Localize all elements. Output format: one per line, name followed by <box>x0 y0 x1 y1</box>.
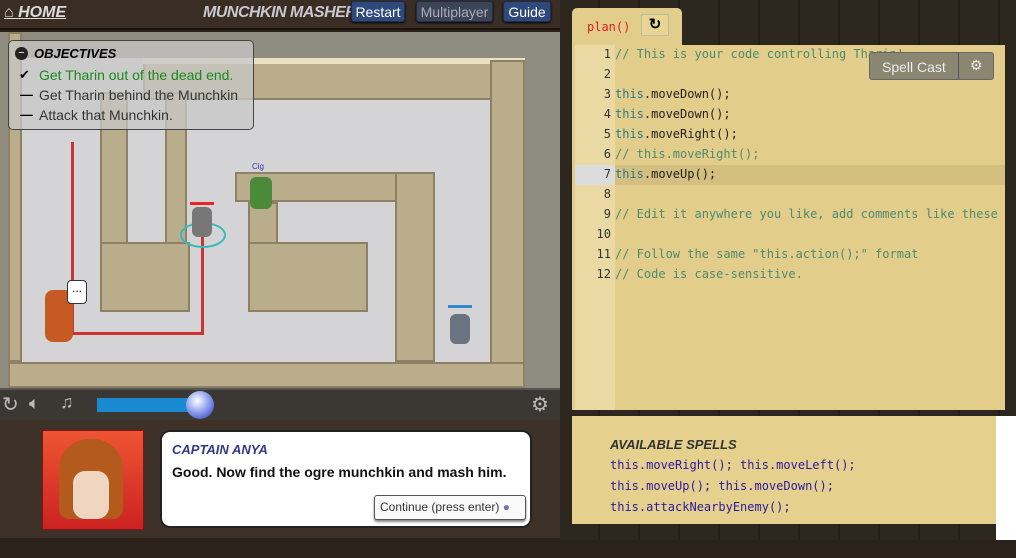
line-number: 5 <box>603 127 611 141</box>
code-line[interactable]: this.moveRight(); <box>615 127 738 141</box>
dot-icon: ● <box>502 500 510 514</box>
objective-item: Attack that Munchkin. <box>39 107 173 123</box>
level-title: MUNCHKIN MASHER <box>203 4 357 21</box>
code-line[interactable]: // Follow the same "this.action();" form… <box>615 247 918 261</box>
cast-settings-gear-icon[interactable]: ⚙ <box>970 57 983 74</box>
line-number: 2 <box>603 67 611 81</box>
code-line[interactable]: this.moveDown(); <box>615 87 731 101</box>
objective-item: Get Tharin behind the Munchkin <box>39 87 238 103</box>
collapse-icon[interactable]: − <box>15 47 28 60</box>
code-line[interactable]: // Code is case-sensitive. <box>615 267 803 281</box>
spell-entry[interactable]: this.attackNearbyEnemy(); <box>610 500 791 514</box>
code-line[interactable]: // this.moveRight(); <box>615 147 760 161</box>
speaker-portrait <box>42 430 144 530</box>
timeline-scrubber[interactable] <box>97 398 197 412</box>
multiplayer-button[interactable]: Multiplayer <box>416 1 493 22</box>
spell-cast-group: Spell Cast ⚙ <box>869 52 994 80</box>
line-number: 4 <box>603 107 611 121</box>
line-number: 6 <box>603 147 611 161</box>
playback-controls: ↻ 🔈︎ ♫ ⚙ <box>0 388 560 420</box>
replay-icon[interactable]: ↻ <box>2 392 19 417</box>
continue-button[interactable]: Continue (press enter) ● <box>374 495 526 520</box>
objectives-panel: − OBJECTIVES ✔ Get Tharin out of the dea… <box>8 40 254 130</box>
line-number: 7 <box>603 167 611 181</box>
reload-icon[interactable]: ↻ <box>641 14 669 36</box>
dash-icon: — <box>20 107 33 122</box>
music-icon[interactable]: ♫ <box>60 392 74 413</box>
settings-gear-icon[interactable]: ⚙ <box>531 392 549 417</box>
check-icon: ✔ <box>19 67 30 82</box>
spells-title: AVAILABLE SPELLS <box>610 437 737 452</box>
code-line[interactable]: this.moveDown(); <box>615 107 731 121</box>
volume-icon[interactable]: 🔈︎ <box>29 393 40 414</box>
hero-tharin[interactable] <box>192 207 212 237</box>
guide-button[interactable]: Guide <box>503 1 551 22</box>
spell-entry[interactable]: this.moveUp(); this.moveDown(); <box>610 479 834 493</box>
code-line[interactable]: // This is your code controlling Tharin! <box>615 47 904 61</box>
unit-label: Cig <box>252 162 265 171</box>
line-number: 8 <box>603 187 611 201</box>
line-number: 12 <box>596 267 611 281</box>
continue-label: Continue (press enter) <box>380 500 500 514</box>
line-number: 11 <box>596 247 611 261</box>
line-number: 10 <box>596 227 611 241</box>
objective-item: Get Tharin out of the dead end. <box>39 67 234 83</box>
home-icon: ⌂ <box>4 4 19 21</box>
objectives-title: OBJECTIVES <box>34 46 117 61</box>
speaker-name: CAPTAIN ANYA <box>172 442 268 457</box>
line-number: 3 <box>603 87 611 101</box>
code-line[interactable]: // Edit it anywhere you like, add commen… <box>615 207 998 221</box>
line-number: 9 <box>603 207 611 221</box>
spell-cast-button[interactable]: Spell Cast <box>882 59 946 75</box>
home-label: HOME <box>18 4 67 21</box>
spell-entry[interactable]: this.moveRight(); this.moveLeft(); <box>610 458 856 472</box>
tab-label: plan() <box>587 20 631 34</box>
speech-bubble: CAPTAIN ANYA Good. Now find the ogre mun… <box>160 430 532 528</box>
line-number: 1 <box>603 47 611 61</box>
dialog-message: Good. Now find the ogre munchkin and mas… <box>172 464 507 480</box>
scrubber-handle[interactable] <box>186 391 214 419</box>
spell-tab[interactable]: plan() ↻ <box>572 8 682 48</box>
spells-scrollbar[interactable] <box>996 416 1016 540</box>
code-line[interactable]: this.moveUp(); <box>615 167 716 181</box>
restart-button[interactable]: Restart <box>351 1 405 22</box>
speech-indicator: ... <box>67 280 87 304</box>
ogre-munchkin[interactable] <box>250 177 272 209</box>
dash-icon: — <box>20 87 33 102</box>
home-link[interactable]: ⌂ HOME <box>4 4 66 22</box>
soldier-unit[interactable] <box>450 314 470 344</box>
